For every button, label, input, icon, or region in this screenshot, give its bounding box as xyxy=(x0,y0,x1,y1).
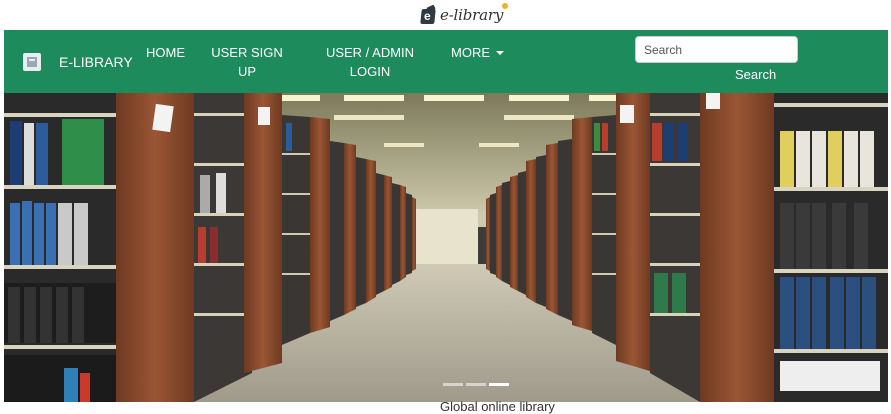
carousel-indicator[interactable] xyxy=(489,383,509,386)
search-button[interactable]: Search xyxy=(735,67,776,82)
main-navbar: E-LIBRARY HOME USER SIGN UP USER / ADMIN… xyxy=(4,30,888,93)
library-aisle-image xyxy=(4,93,888,402)
site-header: e e-library xyxy=(4,0,888,31)
site-logo[interactable]: e e-library xyxy=(420,3,509,27)
brand-link[interactable]: E-LIBRARY xyxy=(59,54,133,70)
carousel-indicator[interactable] xyxy=(466,383,486,386)
search-input[interactable] xyxy=(635,36,798,63)
nav-more-label: MORE xyxy=(451,45,490,60)
nav-user-admin-login[interactable]: USER / ADMIN LOGIN xyxy=(315,43,425,81)
brand-icon[interactable] xyxy=(23,53,41,71)
nav-more-dropdown[interactable]: MORE xyxy=(451,43,504,62)
nav-home[interactable]: HOME xyxy=(146,43,185,62)
nav-user-signup[interactable]: USER SIGN UP xyxy=(207,43,287,81)
carousel-indicator[interactable] xyxy=(443,383,463,386)
hero-carousel xyxy=(4,93,888,402)
star-icon xyxy=(502,3,509,9)
carousel-indicators xyxy=(443,383,509,386)
caret-down-icon xyxy=(496,50,504,55)
book-logo-icon: e xyxy=(420,4,438,24)
logo-text: e-library xyxy=(440,6,504,24)
